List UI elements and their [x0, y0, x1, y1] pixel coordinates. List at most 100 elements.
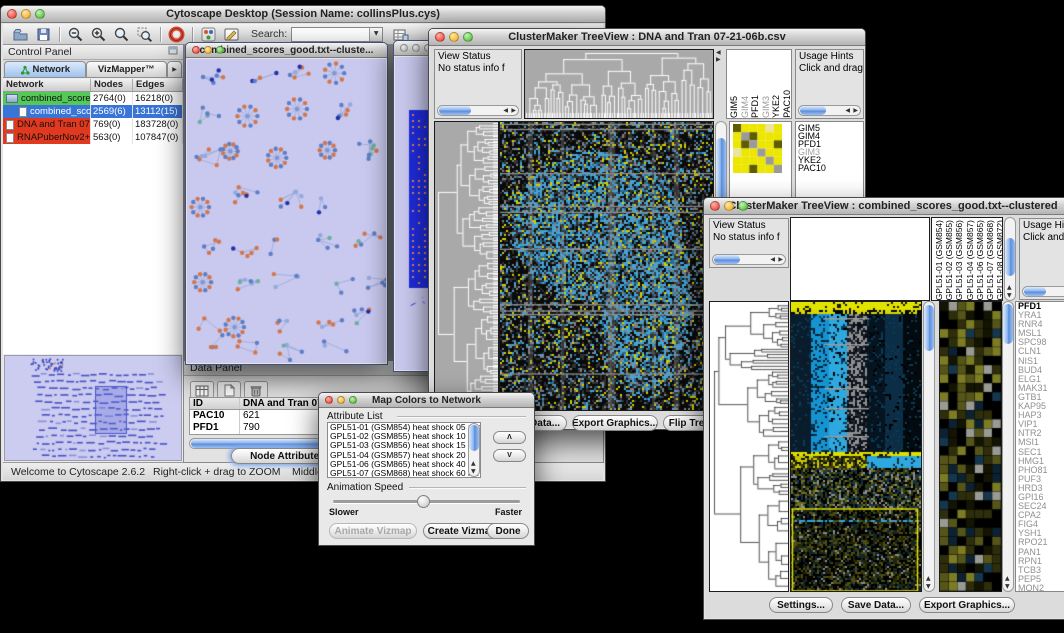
row-dendrogram-pane[interactable]: [709, 301, 789, 592]
zoom-button[interactable]: [216, 46, 224, 54]
open-session-button[interactable]: [9, 25, 32, 44]
gene-label[interactable]: PHO81: [1018, 466, 1064, 475]
attribute-list-item[interactable]: GPL51-06 (GSM865) heat shock 40 min: [330, 460, 480, 469]
gene-label[interactable]: SEC24: [1018, 502, 1064, 511]
gene-label[interactable]: HAP3: [1018, 411, 1064, 420]
gene-label[interactable]: GTB1: [1018, 393, 1064, 402]
zoom-out-icon[interactable]: [64, 25, 87, 44]
zoom-button[interactable]: [35, 9, 45, 19]
network-list-row[interactable]: RNAPuberNov2+ 563(0) 107847(0): [3, 131, 183, 144]
network-view-canvas[interactable]: [187, 59, 386, 363]
main-titlebar[interactable]: Cytoscape Desktop (Session Name: collins…: [1, 6, 605, 23]
gene-label[interactable]: YSH1: [1018, 529, 1064, 538]
close-button[interactable]: [400, 44, 408, 52]
column-dendrogram-pane[interactable]: [524, 49, 714, 119]
gene-label[interactable]: RNR4: [1018, 320, 1064, 329]
tab-vizmapper[interactable]: VizMapper™: [86, 61, 168, 77]
speed-slider-thumb[interactable]: [417, 495, 430, 508]
gene-label[interactable]: RPO21: [1018, 538, 1064, 547]
global-heatmap-pane[interactable]: [790, 301, 922, 592]
zoom-button[interactable]: [463, 32, 473, 42]
network-list-row[interactable]: combined_scores 2764(0) 16218(0): [3, 92, 183, 105]
correlation-matrix-canvas[interactable]: [733, 124, 782, 173]
save-session-button[interactable]: [32, 25, 55, 44]
zoom-heatmap-canvas[interactable]: [940, 302, 1001, 591]
gene-label[interactable]: GPI16: [1018, 493, 1064, 502]
gene-label[interactable]: SEC1: [1018, 448, 1064, 457]
birdseye-overview-canvas[interactable]: [5, 356, 181, 460]
zoom-button[interactable]: [738, 201, 748, 211]
heatmap-canvas[interactable]: [500, 122, 713, 410]
dialog-titlebar[interactable]: Map Colors to Network: [319, 393, 534, 408]
gene-label[interactable]: MAK31: [1018, 384, 1064, 393]
zoom-fit-icon[interactable]: [110, 25, 133, 44]
gene-label[interactable]: PAC10: [796, 164, 863, 172]
gene-label[interactable]: HMG1: [1018, 457, 1064, 466]
overview-grid-icon[interactable]: [197, 25, 220, 44]
save-data-button[interactable]: Save Data...: [841, 597, 911, 613]
gene-label[interactable]: TCB3: [1018, 566, 1064, 575]
move-down-button[interactable]: V: [493, 449, 526, 462]
usage-hints-hscrollbar[interactable]: [1022, 286, 1064, 297]
search-dropdown-button[interactable]: ▼: [369, 28, 382, 41]
help-lifering-icon[interactable]: [165, 25, 188, 44]
zoom-in-icon[interactable]: [87, 25, 110, 44]
zoom-heatmap-pane[interactable]: [939, 301, 1002, 592]
minimize-button[interactable]: [412, 44, 420, 52]
attribute-list-item[interactable]: GPL51-02 (GSM855) heat shock 10 min: [330, 432, 480, 441]
close-button[interactable]: [7, 9, 17, 19]
gene-label[interactable]: BUD4: [1018, 366, 1064, 375]
attribute-list-item[interactable]: GPL51-07 (GSM868) heat shock 60 min: [330, 469, 480, 478]
gene-label[interactable]: YRA1: [1018, 311, 1064, 320]
row-dendrogram-canvas[interactable]: [710, 302, 788, 591]
gene-label[interactable]: NIS1: [1018, 357, 1064, 366]
gene-label[interactable]: VIP1: [1018, 420, 1064, 429]
close-button[interactable]: [192, 46, 200, 54]
gene-label[interactable]: ELG1: [1018, 375, 1064, 384]
export-graphics-button[interactable]: Export Graphics...: [572, 415, 658, 431]
minimize-button[interactable]: [337, 396, 345, 404]
annotation-icon[interactable]: [220, 25, 243, 44]
zoom-selected-icon[interactable]: [133, 25, 156, 44]
pan-arrows[interactable]: ◀▶: [716, 50, 721, 63]
attribute-list-item[interactable]: GPL51-04 (GSM857) heat shock 20 min: [330, 451, 480, 460]
close-button[interactable]: [435, 32, 445, 42]
usage-hints-hscrollbar[interactable]: ◀▶: [798, 105, 861, 116]
network-list-row[interactable]: DNA and Tran 07 769(0) 183728(0): [3, 118, 183, 131]
export-graphics-button[interactable]: Export Graphics...: [919, 597, 1015, 613]
gene-list-vscrollbar[interactable]: ▲▼: [1002, 301, 1014, 592]
gene-label[interactable]: NTR2: [1018, 429, 1064, 438]
close-button[interactable]: [325, 396, 333, 404]
gene-label[interactable]: SPC98: [1018, 338, 1064, 347]
close-button[interactable]: [710, 201, 720, 211]
global-heatmap-canvas[interactable]: [791, 302, 921, 591]
gene-label[interactable]: PEP5: [1018, 575, 1064, 584]
gene-label[interactable]: MSL1: [1018, 329, 1064, 338]
gene-label[interactable]: PAN1: [1018, 548, 1064, 557]
gene-label[interactable]: CLN1: [1018, 347, 1064, 356]
minimize-button[interactable]: [449, 32, 459, 42]
minimize-button[interactable]: [204, 46, 212, 54]
network-view-titlebar[interactable]: combined_scores_good.txt--cluste...: [186, 43, 387, 58]
column-dendrogram-pane[interactable]: [790, 217, 930, 301]
view-status-hscrollbar[interactable]: ◀▶: [437, 105, 519, 116]
array-labels-vscrollbar[interactable]: ▲▼: [1004, 217, 1016, 301]
move-up-button[interactable]: Λ: [493, 431, 526, 444]
done-button[interactable]: Done: [487, 523, 529, 539]
attribute-list-item[interactable]: GPL51-03 (GSM856) heat shock 15 min: [330, 441, 480, 450]
gene-label[interactable]: CPA2: [1018, 511, 1064, 520]
network-list-row[interactable]: combined_sco 2569(6) 13112(15): [3, 105, 183, 118]
minimize-button[interactable]: [724, 201, 734, 211]
gene-label[interactable]: HRD3: [1018, 484, 1064, 493]
gene-label[interactable]: KAP95: [1018, 402, 1064, 411]
global-vscrollbar[interactable]: ▲▼: [923, 301, 935, 592]
column-dendrogram-canvas[interactable]: [525, 50, 713, 118]
treeview2-titlebar[interactable]: ClusterMaker TreeView : combined_scores_…: [704, 198, 1064, 215]
view-status-hscrollbar[interactable]: ◀▶: [712, 254, 786, 265]
float-panel-icon[interactable]: [168, 46, 178, 58]
minimize-button[interactable]: [21, 9, 31, 19]
gene-label[interactable]: PUF3: [1018, 475, 1064, 484]
zoom-button[interactable]: [349, 396, 357, 404]
gene-label[interactable]: MSI1: [1018, 438, 1064, 447]
gene-label[interactable]: FIG4: [1018, 520, 1064, 529]
